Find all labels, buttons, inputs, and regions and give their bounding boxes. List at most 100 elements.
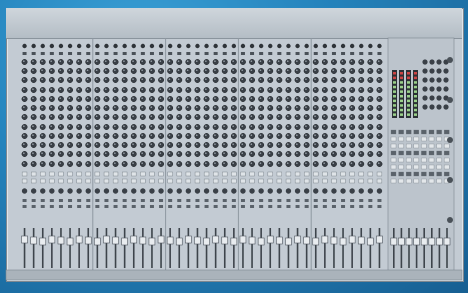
knob-icon xyxy=(349,77,356,83)
knob-icon xyxy=(285,105,292,111)
knob-icon xyxy=(203,87,210,93)
knob-highlight xyxy=(332,78,335,80)
knob-highlight xyxy=(286,115,289,117)
master-fader-track xyxy=(446,228,448,268)
master-fader-track xyxy=(438,228,441,268)
knob-highlight xyxy=(250,125,253,127)
insert-jack-icon xyxy=(250,52,255,55)
knob-icon xyxy=(176,161,183,167)
channel-fader-icon xyxy=(166,236,174,245)
knob-icon xyxy=(112,133,119,139)
knob-highlight xyxy=(232,69,234,71)
knob-icon xyxy=(30,133,37,139)
knob-icon xyxy=(67,142,74,148)
knob-highlight xyxy=(368,152,371,154)
knob-highlight xyxy=(332,106,335,108)
knob-highlight xyxy=(104,97,107,99)
knob-icon xyxy=(58,87,64,93)
knob-icon xyxy=(149,133,155,139)
knob-highlight xyxy=(296,69,298,71)
knob-highlight xyxy=(341,162,344,164)
insert-jack-icon xyxy=(222,52,227,55)
knob-highlight xyxy=(177,152,180,154)
knob-highlight xyxy=(359,69,362,71)
knob-icon xyxy=(285,96,292,102)
knob-icon xyxy=(149,142,155,148)
knob-highlight xyxy=(341,125,344,127)
knob-highlight xyxy=(341,88,344,90)
knob-highlight xyxy=(168,143,171,145)
insert-jack-icon xyxy=(49,52,54,55)
fader-track xyxy=(178,228,181,268)
knob-icon xyxy=(48,124,55,130)
knob-icon xyxy=(167,77,174,83)
knob-highlight xyxy=(50,69,52,71)
knob-highlight xyxy=(141,78,143,80)
knob-icon xyxy=(321,68,328,74)
knob-highlight xyxy=(205,143,207,145)
routing-button-icon xyxy=(195,205,200,208)
knob-highlight xyxy=(123,97,125,99)
knob-icon xyxy=(331,105,337,111)
master-fader-track xyxy=(423,228,425,268)
meter-led xyxy=(400,113,403,116)
knob-icon xyxy=(48,59,55,65)
knob-icon xyxy=(76,68,83,74)
knob-icon xyxy=(276,96,283,102)
knob-icon xyxy=(39,68,46,74)
knob-highlight xyxy=(186,152,189,154)
mute-button-icon xyxy=(103,171,110,177)
knob-highlight xyxy=(68,106,71,108)
knob-icon xyxy=(285,114,292,120)
knob-icon xyxy=(240,142,246,148)
insert-jack-icon xyxy=(58,52,63,55)
knob-icon xyxy=(58,77,64,83)
routing-button-icon xyxy=(213,199,218,202)
knob-icon xyxy=(58,124,64,130)
knob-icon xyxy=(167,151,174,157)
knob-icon xyxy=(276,161,283,167)
routing-button-icon xyxy=(122,199,127,202)
knob-highlight xyxy=(77,60,80,62)
knob-icon xyxy=(312,59,319,65)
knob-icon xyxy=(85,105,92,111)
knob-highlight xyxy=(205,125,207,127)
knob-icon xyxy=(212,151,219,157)
knob-icon xyxy=(258,68,265,74)
knob-highlight xyxy=(77,106,80,108)
knob-highlight xyxy=(150,162,153,164)
insert-jack-icon xyxy=(77,52,82,55)
knob-icon xyxy=(358,133,365,139)
knob-highlight xyxy=(350,134,353,136)
knob-icon xyxy=(30,96,37,102)
master-button-icon xyxy=(444,129,450,135)
knob-icon xyxy=(258,151,265,157)
knob-highlight xyxy=(268,97,271,99)
knob-icon xyxy=(149,59,155,65)
master-button-icon xyxy=(444,143,450,149)
knob-highlight xyxy=(259,69,262,71)
knob-highlight xyxy=(86,106,89,108)
knob-icon xyxy=(85,96,92,102)
knob-icon xyxy=(48,77,55,83)
knob-icon xyxy=(194,161,201,167)
knob-highlight xyxy=(77,78,80,80)
mute-button-icon xyxy=(21,171,28,177)
master-button-icon xyxy=(413,136,419,142)
knob-icon xyxy=(276,105,283,111)
mute-button-icon xyxy=(231,171,237,177)
knob-icon xyxy=(276,151,283,157)
knob-icon xyxy=(303,124,310,130)
knob-highlight xyxy=(132,125,134,127)
meter-led xyxy=(407,76,410,80)
insert-jack-icon xyxy=(322,52,327,55)
master-knob-icon xyxy=(429,68,435,74)
knob-highlight xyxy=(104,143,107,145)
knob-highlight xyxy=(250,69,253,71)
knob-highlight xyxy=(323,162,325,164)
solo-button-icon xyxy=(222,178,228,184)
knob-icon xyxy=(85,151,92,157)
knob-highlight xyxy=(241,88,244,90)
input-jack-icon xyxy=(240,43,246,49)
routing-button-icon xyxy=(240,199,245,202)
